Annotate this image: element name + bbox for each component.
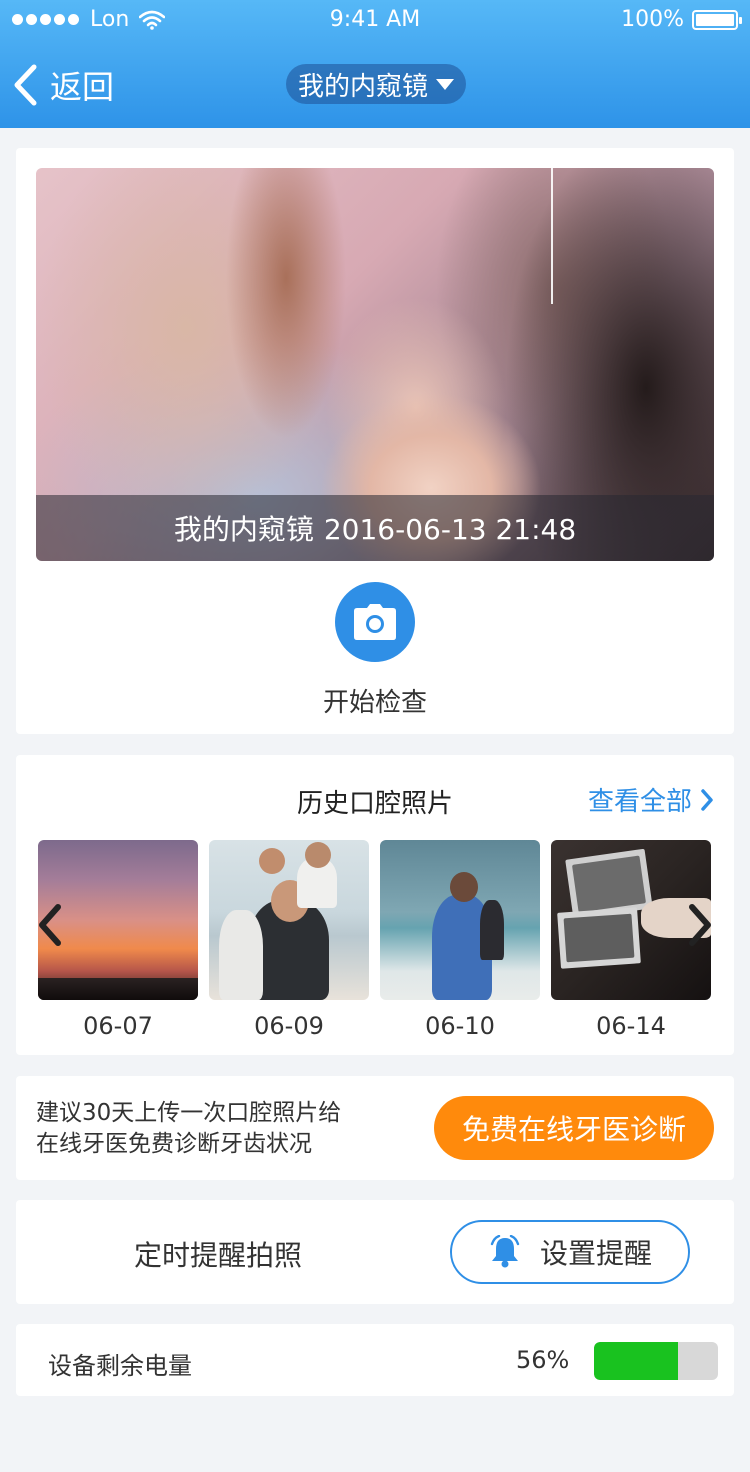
history-photo-date: 06-09 — [254, 1012, 324, 1040]
set-reminder-button[interactable]: 设置提醒 — [450, 1220, 690, 1284]
chevron-right-icon — [692, 788, 714, 812]
start-check-label: 开始检查 — [322, 688, 427, 718]
history-photo-item[interactable]: 06-10 — [380, 840, 540, 1040]
start-check-button[interactable] — [335, 582, 415, 662]
battery-value: 56% — [516, 1346, 570, 1374]
caret-down-icon — [436, 78, 454, 90]
camera-icon — [353, 604, 397, 640]
history-photo-image — [380, 840, 540, 1000]
diagnosis-hint-line1: 建议30天上传一次口腔照片给 — [36, 1100, 342, 1126]
online-diagnosis-card: 建议30天上传一次口腔照片给 在线牙医免费诊断牙齿状况 免费在线牙医诊断 — [16, 1076, 734, 1180]
status-bar: Lon 9:41 AM 100% — [0, 0, 750, 40]
header-bar: Lon 9:41 AM 100% 返回 我的内窥镜 — [0, 0, 750, 128]
history-photo-item[interactable]: 06-09 — [209, 840, 369, 1040]
chevron-left-icon — [12, 64, 38, 106]
nav-title: 我的内窥镜 — [297, 71, 428, 102]
chevron-left-icon — [36, 903, 64, 951]
set-reminder-label: 设置提醒 — [539, 1237, 652, 1270]
preview-caption-datetime: 2016-06-13 21:48 — [323, 513, 577, 546]
free-diagnosis-button[interactable]: 免费在线牙医诊断 — [434, 1096, 714, 1160]
history-photo-date: 06-10 — [425, 1012, 495, 1040]
camera-preview-card: 我的内窥镜 2016-06-13 21:48 开始检查 — [16, 148, 734, 734]
device-battery-card: 设备剩余电量 56% — [16, 1324, 734, 1396]
preview-caption-device: 我的内窥镜 — [173, 513, 314, 546]
chevron-right-icon — [686, 903, 714, 951]
view-all-link[interactable]: 查看全部 — [588, 781, 714, 818]
preview-caption-bar: 我的内窥镜 2016-06-13 21:48 — [36, 495, 714, 561]
battery-level-fill — [594, 1342, 679, 1380]
history-photo-date: 06-14 — [596, 1012, 666, 1040]
preview-caption: 我的内窥镜 2016-06-13 21:48 — [174, 508, 576, 548]
bell-icon — [488, 1235, 522, 1269]
camera-preview-image[interactable]: 我的内窥镜 2016-06-13 21:48 — [36, 168, 714, 561]
view-all-label: 查看全部 — [587, 787, 692, 817]
diagnosis-hint-line2: 在线牙医免费诊断牙齿状况 — [36, 1131, 312, 1157]
battery-icon — [692, 9, 742, 30]
photo-reminder-card: 定时提醒拍照 设置提醒 — [16, 1200, 734, 1304]
battery-label: 设备剩余电量 — [48, 1352, 192, 1380]
back-label: 返回 — [50, 68, 115, 106]
history-photo-carousel: 06-07 06-09 06-10 06-14 — [38, 840, 718, 1040]
carousel-prev-button[interactable] — [32, 903, 68, 951]
history-photos-card: 历史口腔照片 查看全部 06-07 06-09 06-10 06-14 — [16, 755, 734, 1055]
reminder-label: 定时提醒拍照 — [133, 1239, 302, 1272]
diagnosis-hint: 建议30天上传一次口腔照片给 在线牙医免费诊断牙齿状况 — [36, 1098, 416, 1160]
device-selector[interactable]: 我的内窥镜 — [286, 64, 466, 104]
history-photo-image — [209, 840, 369, 1000]
status-bar-right: 100% — [621, 7, 742, 32]
preview-divider-line — [551, 168, 553, 304]
carousel-next-button[interactable] — [682, 903, 718, 951]
battery-level-bar — [594, 1342, 718, 1380]
history-photo-date: 06-07 — [83, 1012, 153, 1040]
status-battery-percent: 100% — [621, 7, 684, 32]
back-button[interactable]: 返回 — [12, 62, 114, 108]
